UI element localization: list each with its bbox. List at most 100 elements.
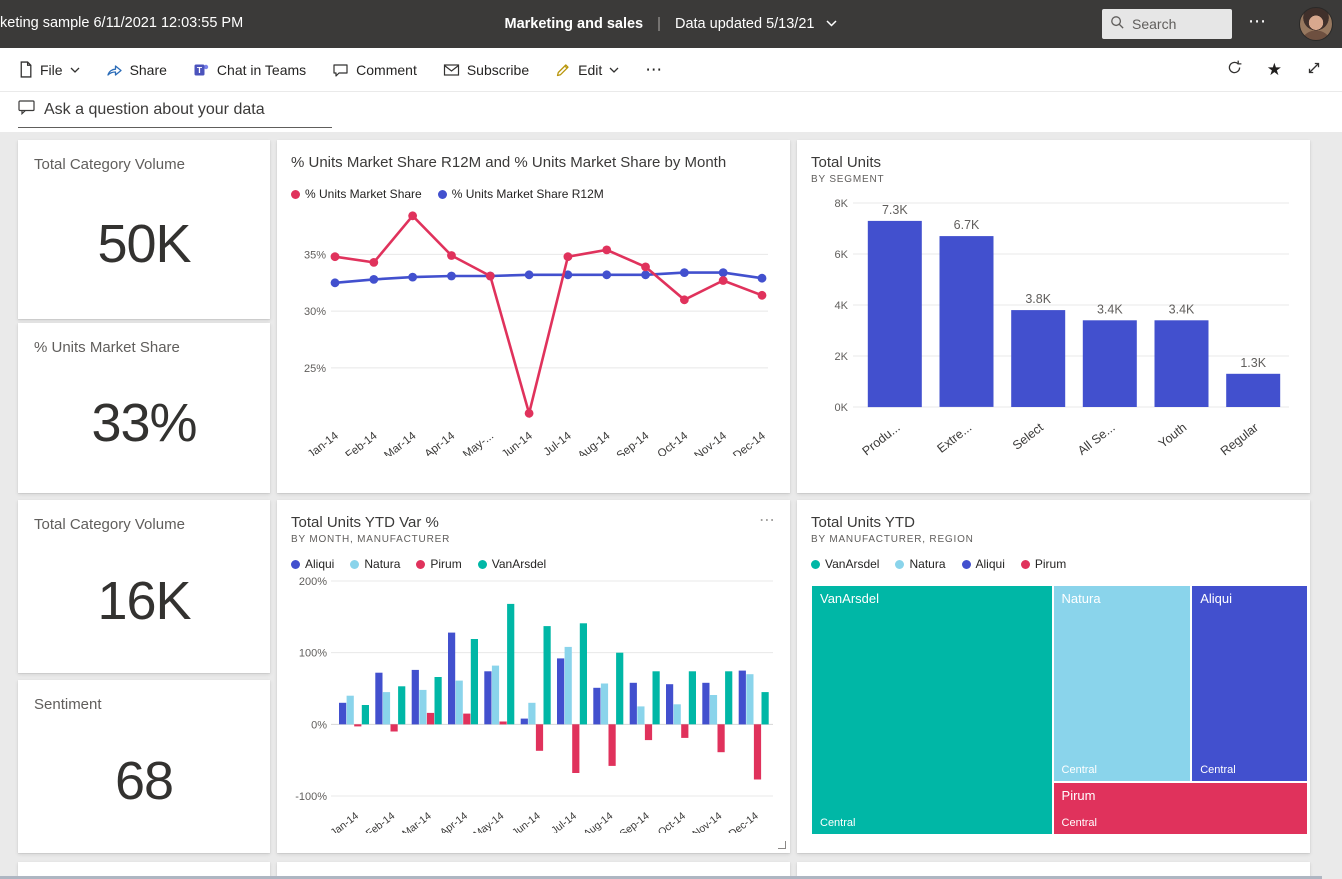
data-point[interactable] [408, 272, 418, 282]
data-point[interactable] [679, 295, 689, 305]
bar[interactable] [717, 724, 725, 753]
data-updated-label[interactable]: Data updated 5/13/21 [675, 16, 814, 32]
toolbar-more-button[interactable]: ⋯ [645, 60, 663, 80]
data-point[interactable] [679, 268, 689, 277]
bar[interactable] [434, 677, 442, 725]
data-point[interactable] [447, 271, 456, 281]
bar[interactable] [867, 220, 922, 408]
bar[interactable] [564, 646, 572, 725]
bar[interactable] [629, 682, 637, 725]
tile-units-market-share-33[interactable]: % Units Market Share 33% [18, 323, 270, 493]
legend-item[interactable]: Pirum [1020, 557, 1066, 571]
bar[interactable] [939, 236, 994, 407]
bar[interactable] [1082, 320, 1137, 407]
data-point[interactable] [641, 262, 650, 272]
share-button[interactable]: Share [106, 62, 167, 78]
chevron-down-icon[interactable] [826, 15, 838, 31]
bar[interactable] [608, 724, 616, 766]
bar[interactable] [419, 689, 427, 725]
data-point[interactable] [757, 273, 767, 283]
data-point[interactable] [330, 252, 340, 262]
treemap-node-pirum[interactable]: Pirum Central [1052, 781, 1308, 835]
bar[interactable] [572, 724, 580, 773]
bar[interactable] [528, 702, 536, 725]
bar[interactable] [499, 721, 507, 725]
treemap-node-natura[interactable]: Natura Central [1052, 585, 1192, 782]
data-point[interactable] [718, 268, 728, 277]
legend-item[interactable]: Natura [895, 557, 946, 571]
bar[interactable] [346, 695, 354, 725]
bar[interactable] [761, 692, 769, 725]
bar[interactable] [354, 724, 362, 727]
legend-item[interactable]: % Units Market Share R12M [437, 187, 604, 201]
data-point[interactable] [602, 270, 612, 280]
bar[interactable] [644, 724, 653, 741]
bar[interactable] [398, 686, 406, 725]
legend-item[interactable]: Natura [350, 557, 400, 571]
bar[interactable] [1011, 310, 1066, 407]
data-point[interactable] [602, 245, 612, 255]
bar[interactable] [702, 682, 710, 725]
bar[interactable] [593, 687, 601, 725]
bar[interactable] [535, 724, 544, 751]
legend-item[interactable]: % Units Market Share [291, 187, 422, 201]
bar[interactable] [507, 603, 515, 725]
data-point[interactable] [485, 271, 495, 281]
comment-button[interactable]: Comment [332, 62, 417, 78]
line-chart[interactable]: 25% 30% 35% Jan-14 Feb-14 Mar-14 Apr-14 May-...… [291, 201, 778, 462]
legend-item[interactable]: Aliqui [291, 557, 334, 571]
bar[interactable] [382, 692, 391, 725]
bar[interactable] [1226, 373, 1281, 407]
file-button[interactable]: File [18, 61, 80, 78]
bar[interactable] [375, 672, 383, 725]
bar-chart[interactable]: 0K 2K 4K 6K 8K 7.3K Produ... 6.7K Extre... 3.8K Se… [811, 185, 1298, 480]
data-point[interactable] [447, 251, 456, 260]
tile-market-share-line-chart[interactable]: % Units Market Share R12M and % Units Ma… [277, 140, 790, 493]
bar[interactable] [709, 695, 718, 725]
fullscreen-icon[interactable] [1306, 60, 1322, 81]
bar[interactable] [339, 702, 347, 725]
data-point[interactable] [757, 290, 767, 300]
data-point[interactable] [369, 275, 379, 284]
subscribe-button[interactable]: Subscribe [443, 62, 529, 78]
legend-item[interactable]: VanArsdel [811, 557, 879, 571]
qna-input[interactable]: Ask a question about your data [18, 100, 332, 128]
tile-total-units-by-segment[interactable]: Total Units BY SEGMENT 0K 2K 4K 6K 8K 7.3K Pro… [797, 140, 1310, 493]
treemap-node-vanarsdel[interactable]: VanArsdel Central [811, 585, 1053, 835]
tile-total-category-volume-50k[interactable]: Total Category Volume 50K [18, 140, 270, 319]
bar[interactable] [361, 705, 369, 725]
treemap-node-aliqui[interactable]: Aliqui Central [1191, 585, 1308, 782]
bar[interactable] [411, 669, 419, 725]
bar[interactable] [738, 670, 746, 725]
bar[interactable] [455, 680, 463, 725]
data-point[interactable] [524, 408, 534, 418]
data-point[interactable] [563, 252, 573, 262]
bar[interactable] [681, 724, 689, 738]
bar[interactable] [543, 626, 551, 725]
treemap-chart[interactable]: VanArsdel Central Natura Central Aliqui … [811, 585, 1308, 835]
bar[interactable] [616, 652, 624, 725]
bar[interactable] [470, 639, 478, 725]
legend-item[interactable]: Pirum [416, 557, 462, 571]
tile-total-units-ytd-treemap[interactable]: Total Units YTD BY MANUFACTURER, REGION … [797, 500, 1310, 853]
chat-in-teams-button[interactable]: T Chat in Teams [193, 62, 306, 78]
bar[interactable] [600, 683, 609, 725]
search-input[interactable]: Search [1102, 9, 1232, 39]
bar[interactable] [725, 671, 733, 725]
legend-item[interactable]: Aliqui [961, 557, 1005, 571]
bar[interactable] [491, 665, 500, 725]
avatar[interactable] [1299, 7, 1333, 41]
data-point[interactable] [524, 270, 534, 280]
favorite-star-icon[interactable]: ★ [1267, 60, 1282, 80]
bar[interactable] [637, 706, 645, 725]
tile-total-category-volume-16k[interactable]: Total Category Volume 16K [18, 500, 270, 673]
tile-sentiment[interactable]: Sentiment 68 [18, 680, 270, 853]
data-point[interactable] [369, 258, 379, 267]
bar[interactable] [448, 632, 456, 725]
legend-item[interactable]: VanArsdel [477, 557, 546, 571]
tile-more-button[interactable]: ⋯ [759, 510, 776, 530]
bar[interactable] [688, 671, 696, 725]
data-point[interactable] [718, 276, 728, 285]
bar[interactable] [520, 718, 528, 725]
data-point[interactable] [408, 211, 418, 221]
